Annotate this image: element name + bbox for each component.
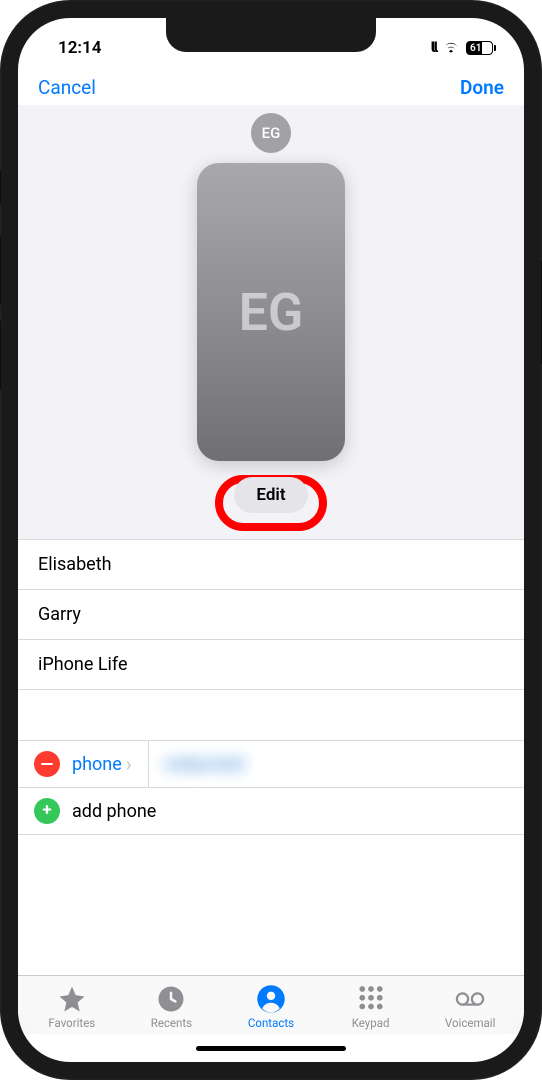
device-notch [166, 18, 376, 52]
contact-poster-card[interactable]: EG [197, 163, 345, 461]
home-indicator[interactable] [18, 1034, 524, 1062]
add-phone-icon[interactable] [34, 798, 60, 824]
status-time: 12:14 [58, 38, 101, 58]
section-gap [18, 690, 524, 740]
last-name-field[interactable]: Garry [18, 589, 524, 639]
first-name-field[interactable]: Elisabeth [18, 539, 524, 589]
phone-entry-row[interactable]: phone › redacted [18, 740, 524, 787]
cellular-signal-icon: 𝗹𝗹 [430, 40, 436, 56]
first-name-value: Elisabeth [38, 554, 112, 575]
tab-voicemail[interactable]: Voicemail [420, 984, 520, 1030]
poster-initials: EG [239, 282, 304, 343]
remove-phone-icon[interactable] [34, 751, 60, 777]
tab-contacts[interactable]: Contacts [221, 984, 321, 1030]
tab-favorites[interactable]: Favorites [22, 984, 122, 1030]
person-circle-icon [256, 984, 286, 1014]
contact-poster-area: EG EG Edit [18, 105, 524, 539]
chevron-right-icon: › [126, 752, 132, 776]
tab-bar: Favorites Recents Contacts [18, 975, 524, 1034]
phone-type-label: phone [72, 754, 122, 775]
vertical-divider [148, 741, 149, 787]
company-value: iPhone Life [38, 654, 128, 675]
tab-keypad[interactable]: Keypad [321, 984, 421, 1030]
add-phone-label: add phone [72, 801, 156, 822]
star-icon [57, 984, 87, 1014]
company-field[interactable]: iPhone Life [18, 639, 524, 690]
edit-poster-button[interactable]: Edit [234, 477, 307, 513]
clock-icon [156, 984, 186, 1014]
tab-label: Recents [151, 1016, 192, 1030]
cancel-button[interactable]: Cancel [38, 76, 96, 99]
battery-indicator: 61 [466, 41, 496, 55]
tab-label: Favorites [48, 1016, 95, 1030]
voicemail-icon [455, 984, 485, 1014]
tab-recents[interactable]: Recents [122, 984, 222, 1030]
keypad-icon [356, 984, 386, 1014]
last-name-value: Garry [38, 604, 81, 625]
add-phone-row[interactable]: add phone [18, 787, 524, 835]
avatar-initials: EG [262, 124, 281, 142]
phone-type-button[interactable]: phone › [72, 752, 132, 776]
tab-label: Voicemail [445, 1016, 495, 1030]
wifi-icon [442, 38, 460, 58]
tab-label: Keypad [352, 1016, 390, 1030]
tab-label: Contacts [248, 1016, 294, 1030]
done-button[interactable]: Done [460, 76, 504, 99]
avatar[interactable]: EG [251, 113, 291, 153]
contact-fields: Elisabeth Garry iPhone Life [18, 539, 524, 690]
phone-number-field[interactable]: redacted [165, 754, 244, 775]
nav-bar: Cancel Done [18, 66, 524, 105]
